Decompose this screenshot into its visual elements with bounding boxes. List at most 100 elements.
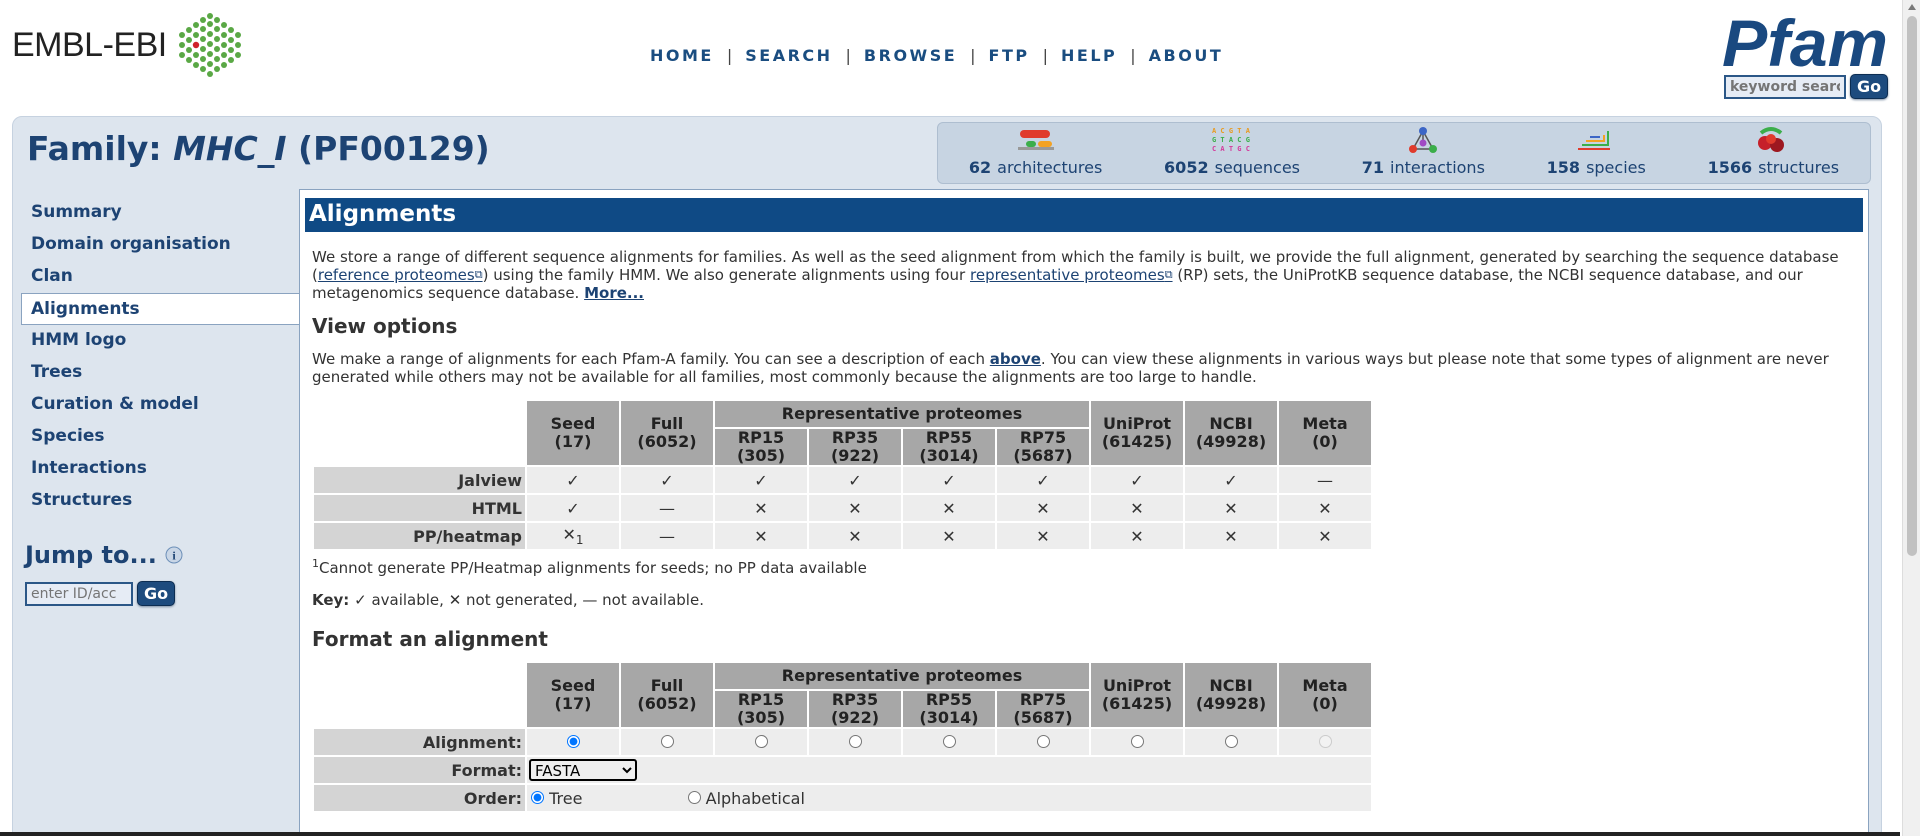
table-cell[interactable]: ✓ bbox=[903, 467, 995, 493]
order-alpha-option[interactable]: Alphabetical bbox=[687, 788, 805, 808]
footnote-marker: 1 bbox=[312, 557, 319, 570]
nav-search-link[interactable]: SEARCH bbox=[745, 46, 832, 65]
format-select[interactable]: FASTA bbox=[529, 759, 637, 781]
stat-structures[interactable]: 1566 structures bbox=[1708, 125, 1839, 177]
alignment-rp75-radio[interactable] bbox=[1036, 734, 1050, 748]
alignment-uniprot-radio[interactable] bbox=[1130, 734, 1144, 748]
table-cell[interactable]: ✓ bbox=[1091, 467, 1183, 493]
representative-proteomes-link[interactable]: representative proteomes⧉ bbox=[970, 266, 1173, 284]
order-alpha-label: Alphabetical bbox=[705, 788, 805, 808]
table-cell[interactable]: ✓ bbox=[1185, 467, 1277, 493]
sidebar-item-interactions[interactable]: Interactions bbox=[13, 453, 299, 485]
sidebar-item-clan[interactable]: Clan bbox=[13, 261, 299, 293]
alignment-rp15-radio[interactable] bbox=[754, 734, 768, 748]
alignment-full-radio[interactable] bbox=[660, 734, 674, 748]
sidebar-item-hmm-logo[interactable]: HMM logo bbox=[13, 325, 299, 357]
col-count: (49928) bbox=[1195, 694, 1267, 713]
stat-label: interactions bbox=[1390, 158, 1485, 177]
format-alignment-table: Seed (17) Full (6052) Representative prote… bbox=[312, 661, 1373, 813]
footnote-text: Cannot generate PP/Heatmap alignments fo… bbox=[319, 559, 867, 577]
scroll-up-arrow-icon[interactable] bbox=[1908, 4, 1916, 10]
col-seed-header: Seed (17) bbox=[527, 401, 619, 465]
row-label: Order: bbox=[314, 785, 525, 811]
sidebar-item-structures[interactable]: Structures bbox=[13, 485, 299, 517]
pfam-logo[interactable]: Pfam bbox=[1722, 6, 1890, 80]
alignment-seed-radio[interactable] bbox=[566, 734, 580, 748]
jump-to-input[interactable] bbox=[25, 581, 133, 606]
sidebar-item-summary[interactable]: Summary bbox=[13, 197, 299, 229]
col-count: (3014) bbox=[919, 446, 979, 465]
alignment-rp55-radio[interactable] bbox=[942, 734, 956, 748]
alignment-rp35-radio[interactable] bbox=[848, 734, 862, 748]
reference-proteomes-link-text: reference proteomes bbox=[317, 266, 475, 284]
page-header: EMBL-EBI HOME | SEARCH | BROWSE | FTP | … bbox=[0, 0, 1900, 112]
stat-species[interactable]: 158 species bbox=[1547, 125, 1646, 177]
species-icon bbox=[1578, 131, 1611, 150]
col-count: (6052) bbox=[637, 432, 697, 451]
order-tree-option[interactable]: Tree bbox=[531, 789, 582, 808]
table-row-alignment: Alignment: bbox=[314, 729, 1371, 755]
svg-text:A C G T A: A C G T A bbox=[1212, 127, 1251, 135]
keyword-search-go-button[interactable]: Go bbox=[1850, 74, 1889, 99]
stat-count: 158 bbox=[1546, 158, 1581, 177]
col-label: RP55 bbox=[925, 690, 973, 709]
architectures-icon bbox=[1017, 130, 1054, 150]
stat-count: 6052 bbox=[1164, 158, 1209, 177]
col-label: RP15 bbox=[737, 690, 785, 709]
table-cell: ✕ bbox=[903, 495, 995, 521]
vertical-scrollbar[interactable] bbox=[1902, 0, 1920, 836]
col-label: RP75 bbox=[1019, 690, 1067, 709]
col-count: (0) bbox=[1312, 694, 1338, 713]
table-cell bbox=[621, 729, 713, 755]
scrollbar-thumb[interactable] bbox=[1907, 16, 1917, 556]
sidebar-item-trees[interactable]: Trees bbox=[13, 357, 299, 389]
more-link[interactable]: More... bbox=[584, 284, 644, 302]
order-alpha-radio[interactable] bbox=[687, 790, 701, 804]
table-cell[interactable]: ✓ bbox=[527, 467, 619, 493]
jump-to-go-button[interactable]: Go bbox=[137, 581, 176, 606]
nav-home-link[interactable]: HOME bbox=[650, 46, 714, 65]
col-rp75-header: RP75 (5687) bbox=[997, 691, 1089, 727]
nav-ftp-link[interactable]: FTP bbox=[989, 46, 1030, 65]
above-link[interactable]: above bbox=[990, 350, 1041, 368]
sidebar-item-curation-model[interactable]: Curation & model bbox=[13, 389, 299, 421]
table-cell[interactable]: ✓ bbox=[715, 467, 807, 493]
stat-sequences[interactable]: A C G T A G T A C G C A T G C 6052 sequen… bbox=[1164, 125, 1300, 177]
col-meta-header: Meta (0) bbox=[1279, 663, 1371, 727]
stat-architectures[interactable]: 62 architectures bbox=[969, 125, 1102, 177]
footnote-marker: 1 bbox=[575, 533, 584, 548]
table-cell: ✕ bbox=[903, 523, 995, 549]
table-cell[interactable]: ✓ bbox=[809, 467, 901, 493]
info-icon[interactable]: i bbox=[165, 546, 183, 564]
col-count: (305) bbox=[736, 708, 786, 727]
nav-browse-link[interactable]: BROWSE bbox=[864, 46, 957, 65]
svg-text:C A T G C: C A T G C bbox=[1212, 145, 1250, 153]
stat-label: sequences bbox=[1214, 158, 1301, 177]
col-rp55-header: RP55 (3014) bbox=[903, 691, 995, 727]
table-cell: ✕ bbox=[1091, 495, 1183, 521]
embl-ebi-logo-text: EMBL-EBI bbox=[12, 25, 167, 64]
table-cell: ✕ bbox=[1185, 495, 1277, 521]
order-tree-radio[interactable] bbox=[531, 790, 544, 804]
sidebar-item-alignments[interactable]: Alignments bbox=[21, 293, 299, 325]
nav-about-link[interactable]: ABOUT bbox=[1149, 46, 1224, 65]
keyword-search-input[interactable] bbox=[1724, 74, 1846, 99]
sidebar-item-species[interactable]: Species bbox=[13, 421, 299, 453]
sidebar-item-domain-organisation[interactable]: Domain organisation bbox=[13, 229, 299, 261]
reference-proteomes-link[interactable]: reference proteomes⧉ bbox=[318, 266, 483, 284]
table-cell: ✕ bbox=[715, 495, 807, 521]
key-legend: Key: ✓ available, ✕ not generated, — not… bbox=[300, 591, 1868, 609]
table-cell bbox=[1185, 729, 1277, 755]
table-cell: ✕ bbox=[809, 495, 901, 521]
family-accession: (PF00129) bbox=[286, 129, 490, 168]
intro-paragraph: We store a range of different sequence a… bbox=[300, 248, 1868, 302]
stat-interactions[interactable]: 71 interactions bbox=[1362, 125, 1485, 177]
embl-ebi-logo[interactable]: EMBL-EBI bbox=[12, 10, 245, 80]
table-cell[interactable]: ✓ bbox=[621, 467, 713, 493]
alignment-ncbi-radio[interactable] bbox=[1224, 734, 1238, 748]
table-cell[interactable]: ✓ bbox=[997, 467, 1089, 493]
table-cell[interactable]: ✓ bbox=[527, 495, 619, 521]
nav-help-link[interactable]: HELP bbox=[1061, 46, 1117, 65]
stat-label: species bbox=[1586, 158, 1646, 177]
stat-count: 1566 bbox=[1707, 158, 1753, 177]
